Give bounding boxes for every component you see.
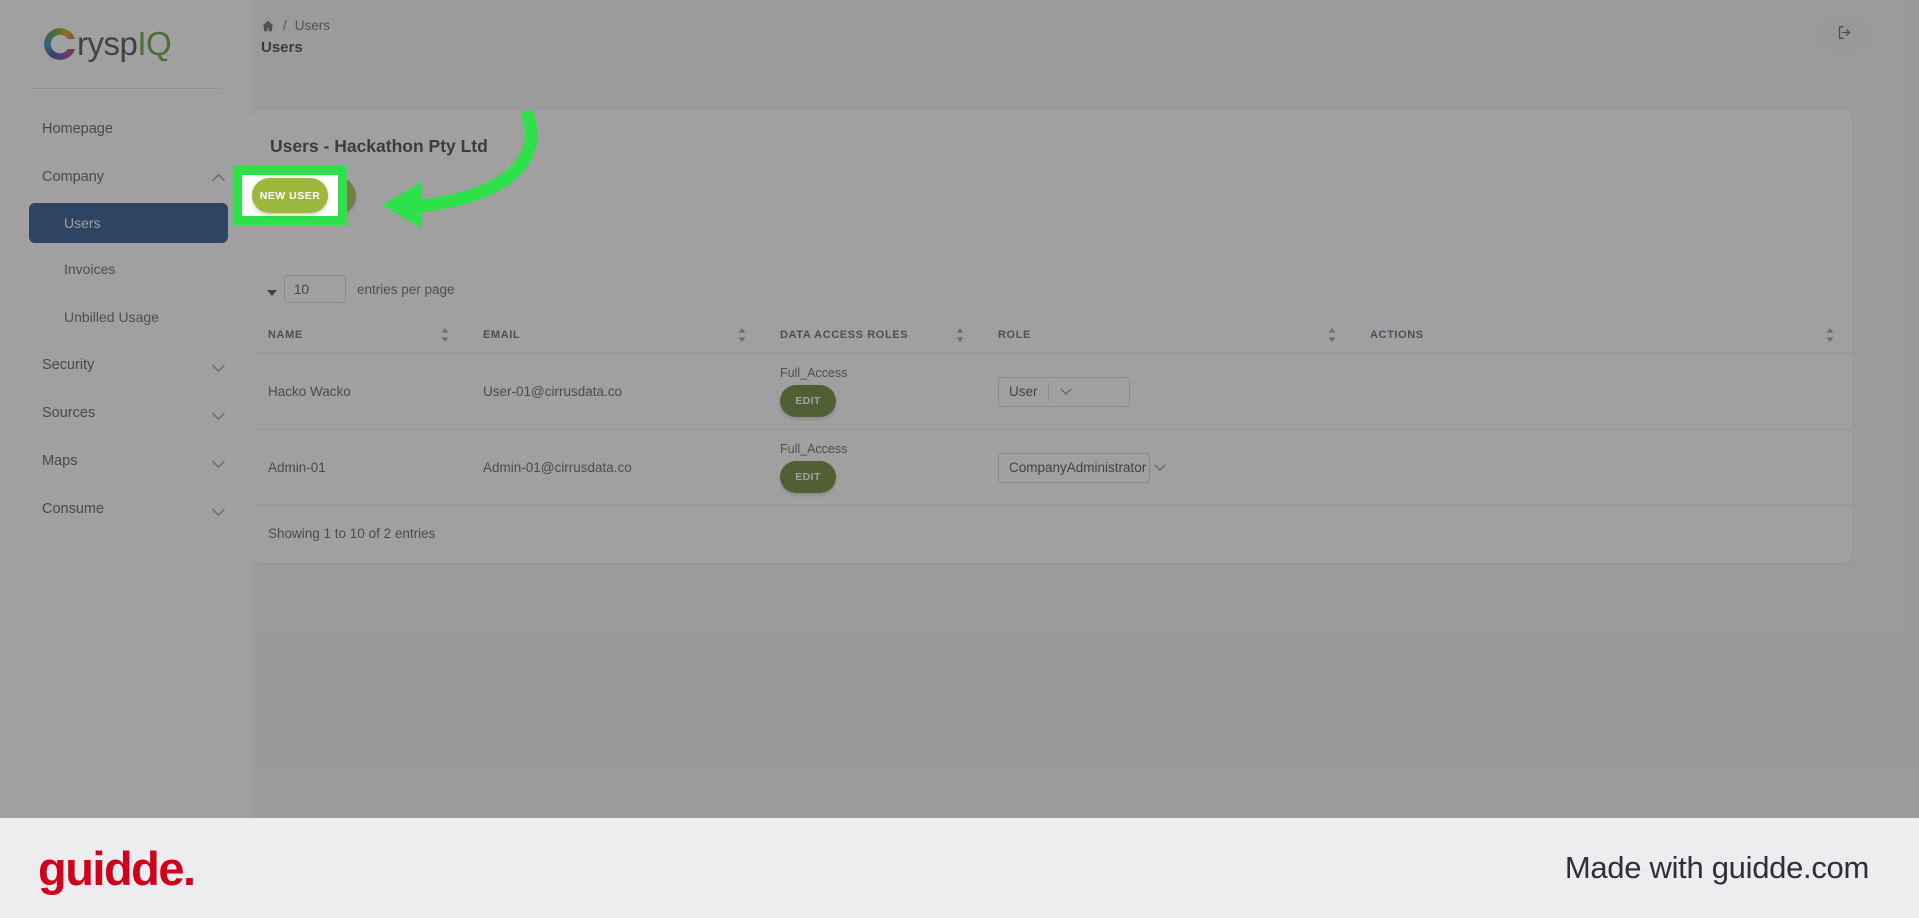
sort-icon[interactable] bbox=[1328, 328, 1336, 342]
entries-per-page-row: 10 entries per page bbox=[252, 261, 1852, 317]
brand-logo[interactable]: rysp IQ bbox=[0, 0, 252, 88]
sidebar-item-label: Invoices bbox=[64, 261, 116, 277]
table-header: NAME EMAIL DATA ACCESS ROLES ROLE ACTION… bbox=[252, 317, 1852, 354]
users-card: Users - Hackathon Pty Ltd NEW USER 10 en… bbox=[252, 110, 1852, 563]
role-select[interactable]: CompanyAdministrator bbox=[998, 452, 1166, 483]
sidebar-item-unbilled-usage[interactable]: Unbilled Usage bbox=[0, 295, 252, 339]
cell-email: Admin-01@cirrusdata.co bbox=[467, 429, 764, 506]
sort-icon[interactable] bbox=[738, 328, 746, 342]
home-icon[interactable] bbox=[261, 19, 275, 33]
sidebar-item-label: Sources bbox=[42, 405, 96, 421]
sort-icon[interactable] bbox=[441, 328, 449, 342]
column-label: DATA ACCESS ROLES bbox=[780, 329, 909, 341]
breadcrumb-separator: / bbox=[283, 18, 287, 33]
cell-actions bbox=[1354, 429, 1852, 506]
breadcrumb-current[interactable]: Users bbox=[295, 18, 330, 33]
data-access-role-label: Full_Access bbox=[780, 442, 848, 456]
column-header-actions[interactable]: ACTIONS bbox=[1354, 317, 1852, 354]
sidebar-item-sources[interactable]: Sources bbox=[0, 391, 252, 435]
main-content: / Users Users Users - Hackathon Pty Ltd … bbox=[252, 0, 1919, 818]
column-label: ACTIONS bbox=[1370, 329, 1424, 341]
new-user-button-highlighted[interactable]: NEW USER bbox=[252, 178, 328, 213]
role-select-value: User bbox=[1009, 384, 1038, 399]
table-row[interactable]: Hacko Wacko User-01@cirrusdata.co Full_A… bbox=[252, 353, 1852, 430]
sidebar: rysp IQ Homepage Company Users Invoices U… bbox=[0, 0, 252, 818]
guidde-footer-bar: guidde. Made with guidde.com bbox=[0, 818, 1919, 918]
sidebar-item-consume[interactable]: Consume bbox=[0, 487, 252, 531]
cell-role: User bbox=[982, 353, 1354, 430]
application-window: rysp IQ Homepage Company Users Invoices U… bbox=[0, 0, 1919, 818]
cell-data-access-roles: Full_Access EDIT bbox=[764, 353, 982, 430]
cell-actions bbox=[1354, 353, 1852, 430]
chevron-down-icon bbox=[214, 407, 226, 419]
brand-name-suffix: IQ bbox=[137, 25, 172, 62]
logout-button[interactable] bbox=[1818, 20, 1870, 50]
column-label: EMAIL bbox=[483, 329, 521, 341]
table-body: Hacko Wacko User-01@cirrusdata.co Full_A… bbox=[252, 353, 1852, 506]
column-label: ROLE bbox=[998, 329, 1031, 341]
sidebar-item-company[interactable]: Company bbox=[0, 155, 252, 199]
chevron-down-icon bbox=[214, 359, 226, 371]
column-header-role[interactable]: ROLE bbox=[982, 317, 1354, 354]
new-user-button-wrap: NEW USER bbox=[252, 157, 1852, 261]
brand-name-prefix: rysp bbox=[77, 25, 138, 62]
sidebar-item-homepage[interactable]: Homepage bbox=[0, 107, 252, 151]
sidebar-item-label: Maps bbox=[42, 453, 78, 469]
edit-data-access-role-button[interactable]: EDIT bbox=[780, 385, 836, 417]
cell-data-access-roles: Full_Access EDIT bbox=[764, 429, 982, 506]
cell-name: Hacko Wacko bbox=[252, 353, 467, 430]
sidebar-item-maps[interactable]: Maps bbox=[0, 439, 252, 483]
entries-per-page-label: entries per page bbox=[357, 281, 455, 297]
sidebar-item-label: Company bbox=[42, 169, 105, 185]
sidebar-item-label: Unbilled Usage bbox=[64, 309, 159, 325]
chevron-down-icon bbox=[1049, 383, 1083, 396]
table-footer-status: Showing 1 to 10 of 2 entries bbox=[268, 526, 436, 541]
page-title: Users bbox=[261, 39, 303, 56]
chevron-up-icon bbox=[214, 171, 226, 183]
column-header-data-access-roles[interactable]: DATA ACCESS ROLES bbox=[764, 317, 982, 354]
table-header-row: NAME EMAIL DATA ACCESS ROLES ROLE ACTION… bbox=[252, 317, 1852, 354]
sidebar-item-label: Homepage bbox=[42, 121, 113, 137]
sidebar-item-label: Security bbox=[42, 357, 95, 373]
sidebar-item-security[interactable]: Security bbox=[0, 343, 252, 387]
sort-icon[interactable] bbox=[956, 328, 964, 342]
sidebar-nav: Homepage Company Users Invoices Unbilled… bbox=[0, 89, 252, 531]
edit-data-access-role-button[interactable]: EDIT bbox=[780, 461, 836, 493]
role-select[interactable]: User bbox=[998, 376, 1130, 407]
crysp-ring-logo-icon bbox=[44, 28, 76, 60]
chevron-down-icon bbox=[1154, 459, 1166, 472]
column-header-name[interactable]: NAME bbox=[252, 317, 467, 354]
breadcrumb: / Users bbox=[261, 18, 1919, 33]
caret-down-icon bbox=[267, 290, 277, 296]
cell-email: User-01@cirrusdata.co bbox=[467, 353, 764, 430]
entries-per-page-select[interactable]: 10 bbox=[284, 275, 346, 303]
sidebar-item-label: Users bbox=[64, 215, 101, 231]
users-table: NAME EMAIL DATA ACCESS ROLES ROLE ACTION… bbox=[252, 317, 1852, 506]
column-label: NAME bbox=[268, 329, 303, 341]
card-title: Users - Hackathon Pty Ltd bbox=[270, 136, 488, 156]
chevron-down-icon bbox=[214, 503, 226, 515]
role-select-value: CompanyAdministrator bbox=[1009, 460, 1147, 475]
sidebar-item-label: Consume bbox=[42, 501, 105, 517]
chevron-down-icon bbox=[214, 455, 226, 467]
sort-icon[interactable] bbox=[1826, 328, 1834, 342]
guidde-made-with-text: Made with guidde.com bbox=[1564, 850, 1869, 885]
sidebar-item-invoices[interactable]: Invoices bbox=[0, 247, 252, 291]
cell-name: Admin-01 bbox=[252, 429, 467, 506]
sidebar-item-users[interactable]: Users bbox=[29, 203, 228, 243]
top-bar: / Users Users bbox=[252, 0, 1919, 88]
column-header-email[interactable]: EMAIL bbox=[467, 317, 764, 354]
table-row[interactable]: Admin-01 Admin-01@cirrusdata.co Full_Acc… bbox=[252, 429, 1852, 506]
guidde-logo: guidde. bbox=[38, 841, 196, 895]
logout-icon bbox=[1836, 24, 1853, 46]
data-access-role-label: Full_Access bbox=[780, 366, 848, 380]
cell-role: CompanyAdministrator bbox=[982, 429, 1354, 506]
